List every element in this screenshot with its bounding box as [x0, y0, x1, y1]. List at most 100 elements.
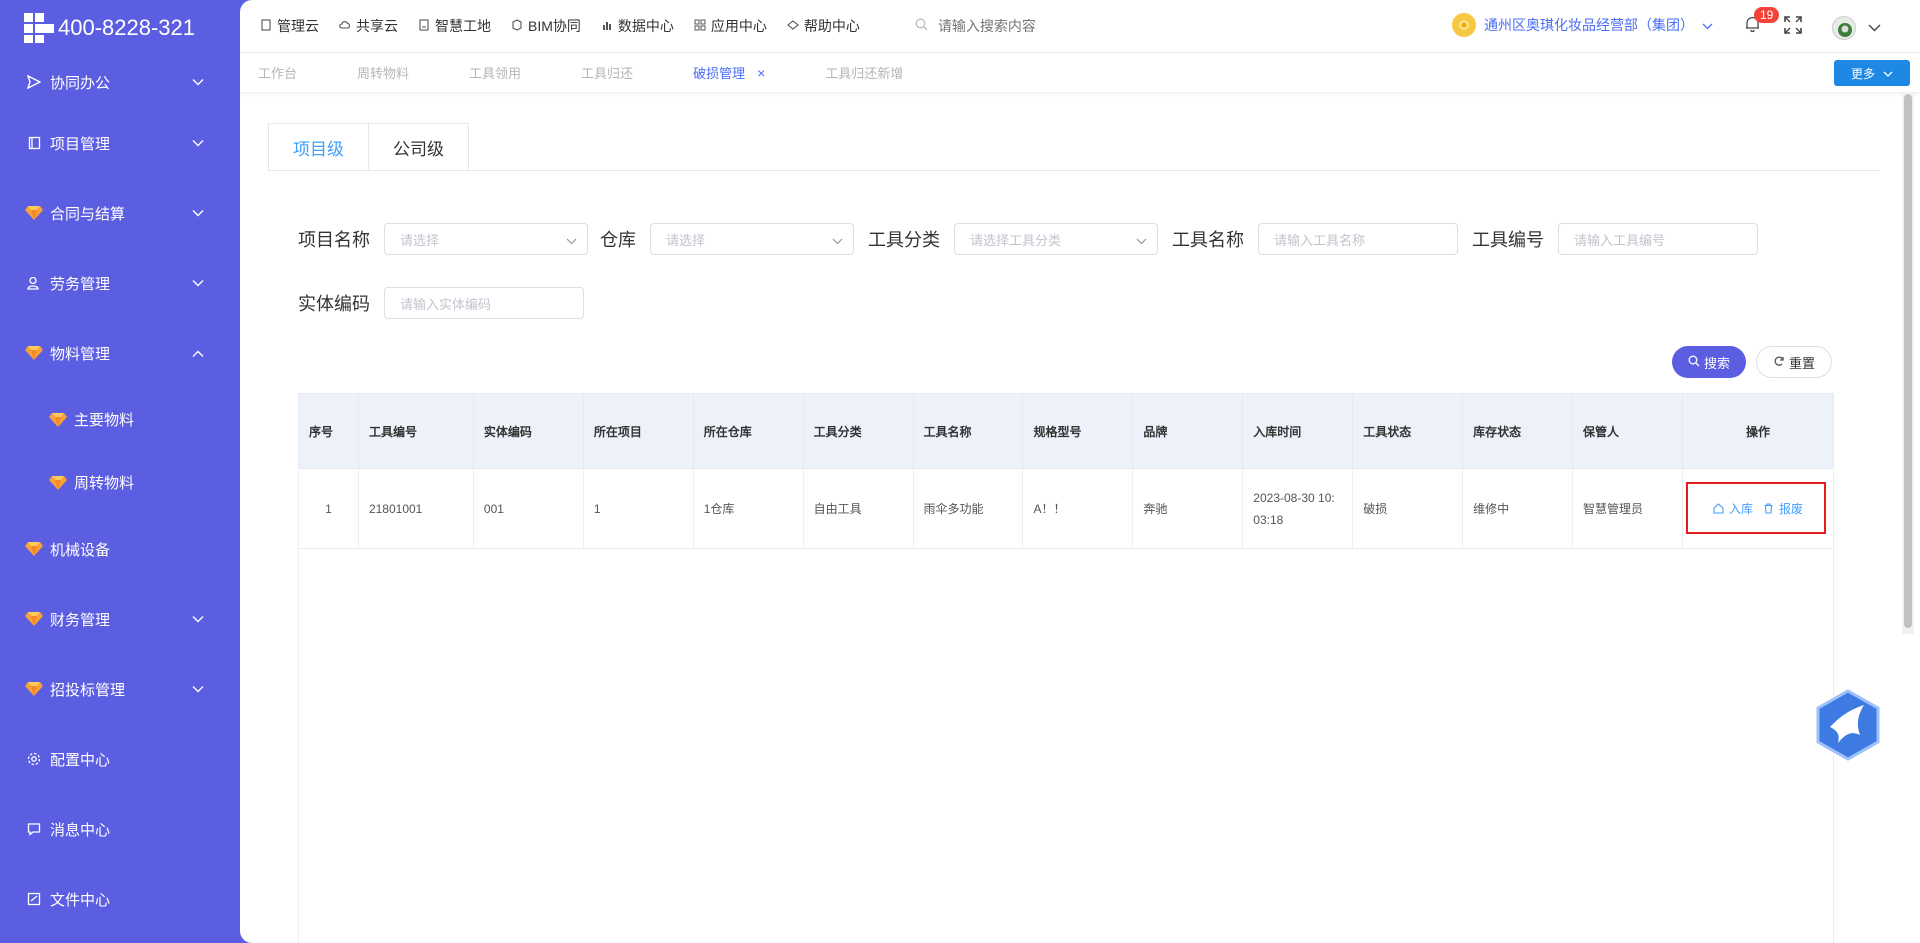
sidebar-item-main-material[interactable]: 主要物料	[0, 388, 240, 451]
sidebar-item-material[interactable]: 物料管理	[0, 318, 240, 388]
sidebar-item-label: 劳务管理	[50, 275, 111, 293]
org-name: 通州区奥琪化妆品经营部（集团）	[1484, 17, 1694, 33]
filter-label: 实体编码	[298, 294, 370, 314]
placeholder-text: 请选择	[400, 232, 440, 248]
org-selector[interactable]: 通州区奥琪化妆品经营部（集团）	[1452, 13, 1713, 37]
scrollbar-thumb[interactable]	[1904, 94, 1912, 628]
support-phone: 400-8228-321	[58, 15, 196, 40]
cell-keeper: 智慧管理员	[1572, 468, 1683, 549]
tab-bar: 工作台 周转物料 工具领用 工具归还 破损管理 × 工具归还新增 更多	[240, 53, 1920, 93]
column-header: 库存状态	[1462, 393, 1574, 469]
topnav-help-center[interactable]: 帮助中心	[787, 16, 860, 36]
topnav-label: 帮助中心	[803, 18, 860, 34]
chevron-down-icon	[192, 135, 204, 152]
project-select[interactable]: 请选择	[384, 223, 588, 255]
chevron-down-icon	[832, 233, 843, 248]
filter-label: 工具名称	[1172, 230, 1244, 250]
sidebar-item-contract[interactable]: 合同与结算	[0, 178, 240, 248]
sidebar-item-labor[interactable]: 劳务管理	[0, 248, 240, 318]
filter-label: 项目名称	[298, 230, 370, 250]
chart-icon	[601, 18, 613, 34]
assistant-bird-icon[interactable]	[1816, 689, 1880, 761]
cell-spec: A！！	[1022, 468, 1134, 549]
tool-code-input[interactable]: 请输入工具编号	[1558, 223, 1758, 255]
scrollbar[interactable]	[1902, 94, 1914, 634]
column-header: 操作	[1681, 393, 1835, 469]
cell-project: 1	[582, 468, 694, 549]
tab-company-level[interactable]: 公司级	[369, 123, 469, 171]
table-header-row: 序号 工具编号 实体编码 所在项目 所在仓库 工具分类 工具名称 规格型号 品牌…	[298, 393, 1835, 469]
in-time-line: 2023-08-30 10:	[1253, 490, 1335, 505]
filter-label: 工具编号	[1472, 230, 1544, 250]
search-button[interactable]: 搜索	[1672, 346, 1746, 378]
sidebar-item-label: 配置中心	[50, 751, 111, 769]
search-input[interactable]	[937, 18, 1138, 34]
tool-table: 序号 工具编号 实体编码 所在项目 所在仓库 工具分类 工具名称 规格型号 品牌…	[298, 393, 1835, 549]
tab-damage-management[interactable]: 破损管理 ×	[693, 63, 765, 82]
warehouse-select[interactable]: 请选择	[650, 223, 854, 255]
scrap-link[interactable]: 报废	[1763, 498, 1803, 520]
tab-project-level[interactable]: 项目级	[268, 123, 369, 171]
cell-tool-name: 雨伞多功能	[912, 468, 1024, 549]
sidebar-item-label: 协同办公	[50, 74, 111, 92]
sidebar-item-label: 周转物料	[74, 475, 135, 492]
topnav-app-center[interactable]: 应用中心	[694, 16, 767, 36]
entity-code-input[interactable]: 请输入实体编码	[384, 287, 584, 319]
fullscreen-icon[interactable]	[1783, 15, 1803, 40]
topnav-manage-cloud[interactable]: 管理云	[260, 16, 319, 36]
topnav-bim[interactable]: BIM协同	[511, 16, 581, 36]
grid-icon	[694, 18, 706, 34]
topnav-label: 管理云	[277, 18, 319, 34]
placeholder-text: 请输入工具名称	[1274, 232, 1366, 248]
book-icon	[24, 136, 44, 150]
column-header: 品牌	[1132, 393, 1244, 469]
sidebar-item-turnover-material[interactable]: 周转物料	[0, 451, 240, 514]
placeholder-text: 请输入工具编号	[1574, 232, 1666, 248]
chevron-down-icon	[192, 74, 204, 91]
tab-workbench[interactable]: 工作台	[258, 63, 297, 82]
sidebar-item-collab[interactable]: 协同办公	[0, 56, 240, 108]
cube-icon	[511, 18, 523, 34]
sidebar-item-files[interactable]: 文件中心	[0, 864, 240, 934]
filter-label: 仓库	[600, 230, 636, 250]
topnav-smart-site[interactable]: 智慧工地	[418, 16, 491, 36]
topnav-share-cloud[interactable]: 共享云	[339, 16, 398, 36]
cell-tool-status: 破损	[1352, 468, 1464, 549]
more-label: 更多	[1850, 66, 1875, 81]
column-header: 所在项目	[582, 393, 694, 469]
sidebar-item-label: 财务管理	[50, 611, 111, 629]
column-header: 工具编号	[357, 393, 474, 469]
tool-category-select[interactable]: 请选择工具分类	[954, 223, 1158, 255]
placeholder-text: 请选择工具分类	[970, 232, 1062, 248]
close-icon[interactable]: ×	[757, 65, 765, 81]
main-panel: 管理云 共享云 智慧工地 BIM协同 数据中心 应用中心 帮助中心 请输入搜索内…	[240, 0, 1920, 943]
tab-tool-return[interactable]: 工具归还	[581, 63, 633, 82]
sidebar-item-machinery[interactable]: 机械设备	[0, 514, 240, 584]
sidebar-item-finance[interactable]: 财务管理	[0, 584, 240, 654]
topnav-data-center[interactable]: 数据中心	[601, 16, 674, 36]
tool-name-input[interactable]: 请输入工具名称	[1258, 223, 1458, 255]
stock-in-link[interactable]: 入库	[1713, 498, 1753, 520]
tab-tool-return-new[interactable]: 工具归还新增	[825, 63, 903, 82]
doc-icon	[418, 18, 430, 34]
placeholder-text: 请输入实体编码	[400, 296, 492, 312]
cell-actions: 入库 报废	[1681, 468, 1835, 549]
sidebar-item-label: 项目管理	[50, 135, 111, 153]
table-row: 1 21801001 001 1 1仓库 自由工具 雨伞多功能 A！！ 奔驰 2…	[298, 468, 1835, 549]
avatar[interactable]	[1832, 16, 1856, 40]
cell-tool-code: 21801001	[357, 468, 474, 549]
reset-button[interactable]: 重置	[1756, 346, 1832, 378]
more-button[interactable]: 更多	[1834, 60, 1910, 86]
global-search	[915, 18, 1138, 34]
sidebar-item-project[interactable]: 项目管理	[0, 108, 240, 178]
sidebar-item-bidding[interactable]: 招投标管理	[0, 654, 240, 724]
help-icon	[787, 18, 799, 34]
column-header: 工具分类	[802, 393, 914, 469]
tab-tool-issue[interactable]: 工具领用	[469, 63, 521, 82]
sidebar-item-config[interactable]: 配置中心	[0, 724, 240, 794]
table-empty-area	[298, 548, 1834, 943]
tab-turnover-material[interactable]: 周转物料	[357, 63, 409, 82]
search-button-label: 搜索	[1703, 355, 1730, 371]
chevron-down-icon[interactable]	[1868, 19, 1881, 37]
sidebar-item-message[interactable]: 消息中心	[0, 794, 240, 864]
